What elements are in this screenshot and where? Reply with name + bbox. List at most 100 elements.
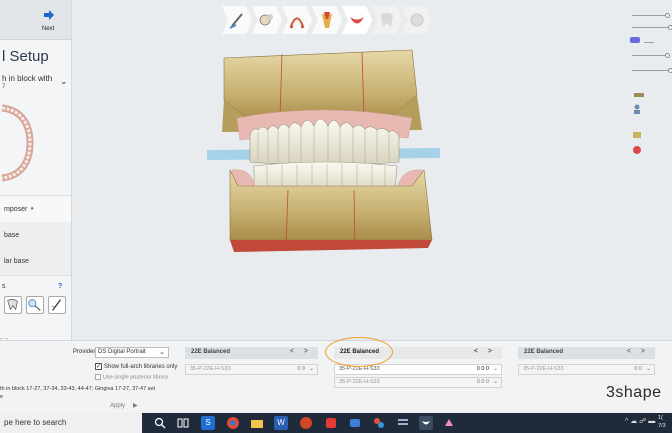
app-icon-red[interactable] (324, 416, 338, 430)
jaw-view-icon[interactable] (630, 36, 640, 44)
single-posterior-label: Use single posterior library (103, 374, 169, 381)
app-icon-pink[interactable] (442, 416, 456, 430)
slider-track (632, 15, 668, 16)
composer-label: mposer (4, 205, 28, 213)
library-row-label: 35-P-22E-H-S33 (190, 366, 231, 372)
page-title: l Setup (2, 48, 49, 65)
chrome-icon[interactable] (226, 416, 240, 430)
taskbar: pe here to search S W ^ ☁ ☍ ▬ 1( 7/3 (0, 413, 672, 433)
sphere-disabled-icon (410, 13, 424, 27)
help-icon[interactable]: ? (58, 283, 62, 290)
view-tools (620, 0, 672, 170)
teeth-row (249, 118, 400, 196)
3d-viewport[interactable] (72, 40, 620, 340)
step-tooth (372, 6, 402, 34)
app-icon-bars[interactable] (396, 416, 410, 430)
tooth-disabled-icon (381, 13, 393, 27)
chevron-down-icon: ⌄ (308, 366, 314, 372)
slider-track (632, 70, 670, 71)
block-teeth-label: 7 (2, 84, 6, 90)
articulator-icon[interactable] (634, 92, 644, 98)
tools-label: s (2, 283, 6, 290)
tooth-setup-icon (259, 14, 273, 26)
annotation-highlight-circle (325, 337, 393, 367)
base-label: base (4, 232, 20, 239)
step-gingiva[interactable] (312, 6, 342, 34)
composer-step[interactable]: mposer ● (0, 195, 71, 223)
folder-icon[interactable] (250, 416, 264, 430)
library-header-label: 22E Balanced (524, 349, 564, 355)
next-arrow-icon (44, 10, 54, 20)
chevron-down-icon: ⌄ (60, 76, 68, 86)
dental-app-icon[interactable] (419, 416, 433, 430)
slider-handle[interactable] (668, 25, 672, 30)
chevron-down-icon: ⌄ (492, 379, 498, 385)
slider-track (632, 27, 670, 28)
powerpoint-icon[interactable] (299, 416, 313, 430)
next-button[interactable]: Next (0, 0, 71, 40)
library-column-anterior: 22E Balanced < > 35-P-22E-H-S33 0 0 ⌄ (185, 347, 318, 397)
brand-logo: 3shape (606, 384, 662, 401)
status-text-2: e (0, 394, 4, 400)
clock-date: 7/3 (658, 423, 666, 429)
library-row[interactable]: 35-P-22E-H-S33 0 0 ⌄ (518, 364, 655, 375)
chevron-down-icon: ⌄ (645, 366, 651, 372)
provider-value: DS Digital Portrait (98, 349, 146, 355)
step-arch[interactable] (282, 6, 312, 34)
tooth-tool-icon[interactable] (4, 296, 22, 314)
sculpt-tool-icon[interactable] (48, 296, 66, 314)
single-posterior-checkbox[interactable]: Use single posterior library (95, 374, 168, 380)
slider-handle[interactable] (668, 68, 672, 73)
composer-status-dot: ● (30, 206, 34, 212)
step-setup[interactable] (252, 6, 282, 34)
block-select-label: h in block with (2, 74, 53, 83)
clock[interactable]: 1( 7/3 (658, 414, 666, 430)
slider-track (644, 42, 654, 43)
person-icon[interactable] (632, 104, 642, 114)
checkbox-unchecked[interactable] (95, 374, 101, 380)
step-denture[interactable] (342, 6, 372, 34)
prev-next-arrows[interactable]: < > (474, 348, 496, 355)
mandibular-base-step[interactable]: lar base (0, 248, 71, 276)
mouth-icon (350, 17, 364, 24)
maxillary-base-step[interactable]: base (0, 222, 71, 250)
block-select[interactable]: h in block with ⌄ (2, 74, 68, 86)
color-icon[interactable] (632, 145, 642, 155)
taskbar-search[interactable]: pe here to search (0, 413, 142, 433)
next-label: Next (42, 26, 55, 32)
show-full-label: Show full-arch libraries only (104, 364, 178, 371)
library-row[interactable]: 35-P-22E-H-S33 0 0 0 ⌄ (334, 377, 502, 388)
step-preparation[interactable] (222, 6, 252, 34)
app-icon-blue[interactable] (348, 416, 362, 430)
prev-next-arrows[interactable]: < > (627, 348, 649, 355)
apply-button[interactable]: Apply ▶ (110, 402, 138, 409)
slider-handle[interactable] (665, 53, 670, 58)
skype-icon[interactable]: S (201, 416, 215, 430)
library-header: 22E Balanced < > (518, 347, 655, 359)
show-full-arch-checkbox[interactable]: ✓ Show full-arch libraries only (95, 363, 177, 370)
move-tooth-icon[interactable] (26, 296, 44, 314)
word-icon[interactable]: W (274, 416, 288, 430)
step-finish (402, 6, 432, 34)
apply-label: Apply (110, 403, 126, 409)
library-header: 22E Balanced < > (185, 347, 318, 359)
library-row[interactable]: 35-P-22E-H-S33 0 0 ⌄ (185, 364, 318, 375)
dental-arch-icon (1, 104, 34, 182)
provider-select[interactable]: DS Digital Portrait ⌄ (95, 347, 169, 358)
app-icon-multicolor[interactable] (372, 416, 386, 430)
search-icon[interactable] (153, 416, 167, 430)
gingiva-icon (322, 12, 332, 28)
tooth-prep-icon (229, 13, 243, 29)
chevron-down-icon: ⌄ (159, 349, 165, 356)
prev-next-arrows[interactable]: < > (290, 348, 312, 355)
library-row-label: 35-P-22E-H-S33 (523, 366, 564, 372)
checkbox-checked[interactable]: ✓ (95, 363, 102, 370)
tools-section: s ? (0, 280, 71, 322)
provider-label: Provider (73, 349, 96, 355)
slider-handle[interactable] (665, 13, 670, 18)
system-tray[interactable]: ^ ☁ ☍ ▬ (625, 417, 655, 425)
clock-time: 1( (658, 415, 663, 421)
model-icon[interactable] (632, 130, 642, 140)
task-view-icon[interactable] (176, 416, 190, 430)
library-row-value: 0 0 (297, 366, 305, 372)
